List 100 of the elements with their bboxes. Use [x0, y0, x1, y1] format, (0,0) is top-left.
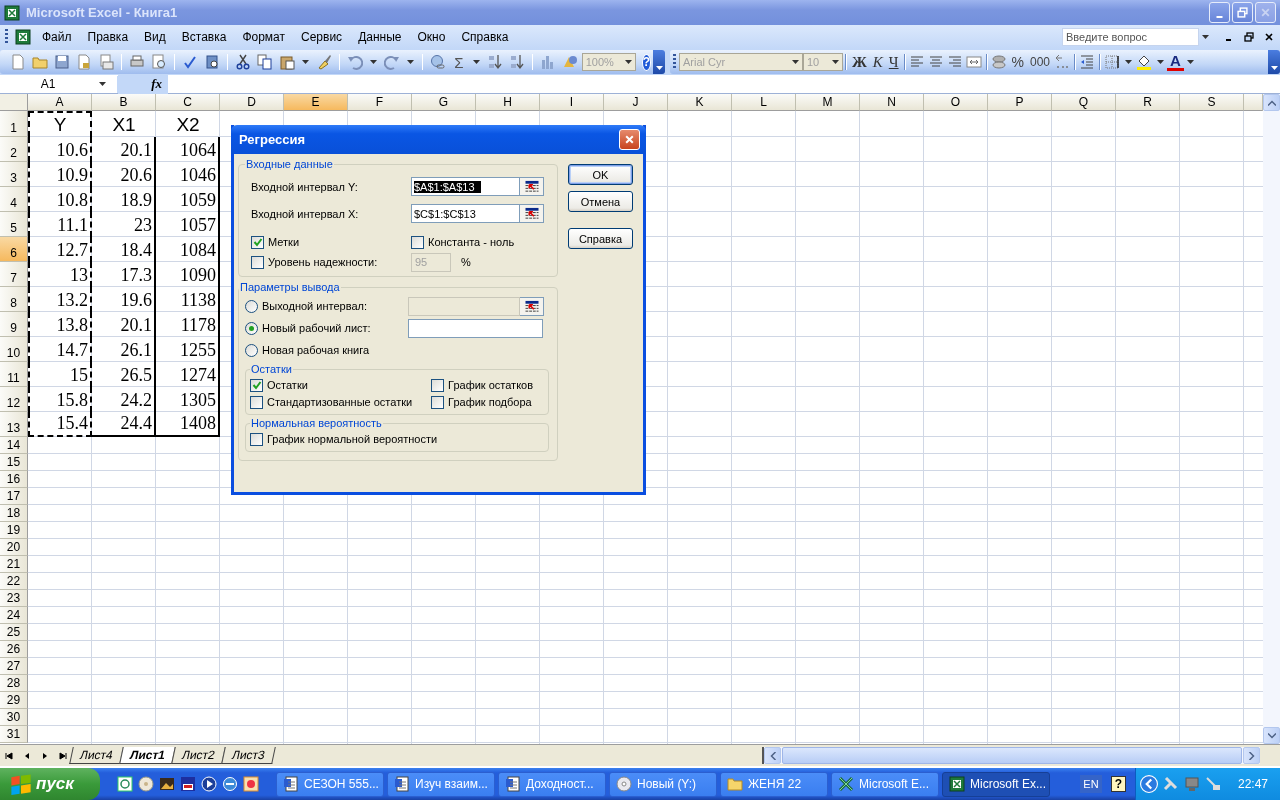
- radio-label: Выходной интервал:: [262, 300, 367, 312]
- table-cell: 19.6: [92, 287, 156, 312]
- column-header[interactable]: F: [348, 94, 412, 111]
- row-header[interactable]: 12: [0, 387, 28, 412]
- taskbar-button[interactable]: Доходност...: [498, 771, 606, 797]
- row-header[interactable]: 10: [0, 337, 28, 362]
- row-header[interactable]: 17: [0, 488, 28, 505]
- row-header[interactable]: 9: [0, 312, 28, 337]
- group-title: Входные данные: [245, 158, 334, 170]
- row-header[interactable]: 6: [0, 237, 28, 262]
- menu-item[interactable]: Вставка: [174, 28, 234, 46]
- start-button[interactable]: пуск: [0, 768, 100, 800]
- table-cell: 10.9: [28, 162, 92, 187]
- row-header[interactable]: 23: [0, 590, 28, 607]
- column-header[interactable]: Q: [1052, 94, 1116, 111]
- row-header[interactable]: 3: [0, 162, 28, 187]
- taskbar-button[interactable]: СЕЗОН 555...: [276, 771, 384, 797]
- column-header[interactable]: G: [412, 94, 476, 111]
- column-header[interactable]: E: [284, 94, 348, 111]
- row-header[interactable]: 29: [0, 692, 28, 709]
- column-header[interactable]: O: [924, 94, 988, 111]
- help-search-field[interactable]: Введите вопрос: [1062, 28, 1199, 46]
- column-header[interactable]: M: [796, 94, 860, 111]
- row-header[interactable]: 30: [0, 709, 28, 726]
- column-header[interactable]: S: [1180, 94, 1244, 111]
- taskbar-button[interactable]: Microsoft E...: [831, 771, 939, 797]
- row-header[interactable]: 21: [0, 556, 28, 573]
- column-header[interactable]: C: [156, 94, 220, 111]
- font-color-button[interactable]: A: [1167, 53, 1184, 71]
- italic-button[interactable]: К: [869, 53, 886, 71]
- column-header[interactable]: J: [604, 94, 668, 111]
- row-header[interactable]: 14: [0, 437, 28, 454]
- checkbox-label: График остатков: [448, 379, 534, 391]
- row-header[interactable]: 1: [0, 111, 28, 137]
- row-header[interactable]: 8: [0, 287, 28, 312]
- range-field[interactable]: $C$1:$C$13: [411, 204, 520, 223]
- column-header[interactable]: P: [988, 94, 1052, 111]
- help-button[interactable]: ?: [1110, 776, 1126, 792]
- menu-item[interactable]: Сервис: [294, 28, 350, 46]
- table-cell: 11.1: [28, 212, 92, 237]
- sheet-tab[interactable]: Лист2: [170, 747, 226, 764]
- taskbar-button[interactable]: ЖЕНЯ 22: [720, 771, 828, 797]
- taskbar-button[interactable]: Microsoft Ex...: [942, 771, 1050, 797]
- column-header[interactable]: L: [732, 94, 796, 111]
- help-button[interactable]: ?: [641, 53, 652, 71]
- checkbox-label: Остатки: [267, 379, 308, 391]
- taskbar-button[interactable]: Новый (Y:): [609, 771, 717, 797]
- row-header[interactable]: 4: [0, 187, 28, 212]
- row-header[interactable]: 18: [0, 505, 28, 522]
- sheet-tab[interactable]: Лист4: [69, 747, 124, 764]
- row-header[interactable]: 16: [0, 471, 28, 488]
- dialog-button[interactable]: Справка: [568, 228, 633, 249]
- column-header[interactable]: A: [28, 94, 92, 111]
- underline-button[interactable]: Ч: [885, 53, 902, 71]
- row-header[interactable]: 13: [0, 412, 28, 437]
- taskbar-button[interactable]: Изуч взаим...: [387, 771, 495, 797]
- column-header[interactable]: H: [476, 94, 540, 111]
- row-header[interactable]: 5: [0, 212, 28, 237]
- table-cell: 20.1: [92, 312, 156, 337]
- field-label: Входной интервал Y:: [251, 180, 359, 193]
- menu-item[interactable]: Справка: [454, 28, 516, 46]
- menu-item[interactable]: Вид: [137, 28, 173, 46]
- column-header[interactable]: K: [668, 94, 732, 111]
- row-header[interactable]: 7: [0, 262, 28, 287]
- row-header[interactable]: 27: [0, 658, 28, 675]
- row-header[interactable]: 19: [0, 522, 28, 539]
- dialog-button[interactable]: OK: [568, 164, 633, 185]
- row-header[interactable]: 20: [0, 539, 28, 556]
- menu-item[interactable]: Данные: [351, 28, 409, 46]
- row-header[interactable]: 31: [0, 726, 28, 743]
- row-header[interactable]: 25: [0, 624, 28, 641]
- row-header[interactable]: 26: [0, 641, 28, 658]
- range-field[interactable]: $A$1:$A$13: [411, 177, 520, 196]
- menu-item[interactable]: Окно: [410, 28, 453, 46]
- autosum-button[interactable]: Σ: [450, 53, 468, 71]
- column-header[interactable]: B: [92, 94, 156, 111]
- menu-item[interactable]: Файл: [35, 28, 79, 46]
- row-header[interactable]: 22: [0, 573, 28, 590]
- bold-button[interactable]: Ж: [849, 53, 870, 71]
- table-cell: 1084: [156, 237, 220, 262]
- table-cell: 18.9: [92, 187, 156, 212]
- menu-item[interactable]: Правка: [80, 28, 136, 46]
- row-header[interactable]: 15: [0, 454, 28, 471]
- table-cell-text: X2: [175, 113, 201, 137]
- sheet-tab[interactable]: Лист3: [220, 747, 276, 764]
- dialog-button[interactable]: Отмена: [568, 191, 633, 212]
- table-cell: 20.1: [92, 137, 156, 162]
- menu-item[interactable]: Формат: [235, 28, 293, 46]
- percent-button[interactable]: %: [1008, 54, 1027, 70]
- sheet-tab[interactable]: Лист1: [118, 747, 176, 764]
- row-header[interactable]: 24: [0, 607, 28, 624]
- column-header[interactable]: N: [860, 94, 924, 111]
- column-header[interactable]: D: [220, 94, 284, 111]
- column-header[interactable]: I: [540, 94, 604, 111]
- language-indicator[interactable]: EN: [1080, 775, 1102, 793]
- column-header[interactable]: R: [1116, 94, 1180, 111]
- row-header[interactable]: 28: [0, 675, 28, 692]
- thousands-button[interactable]: 000: [1027, 55, 1054, 69]
- row-header[interactable]: 2: [0, 137, 28, 162]
- row-header[interactable]: 11: [0, 362, 28, 387]
